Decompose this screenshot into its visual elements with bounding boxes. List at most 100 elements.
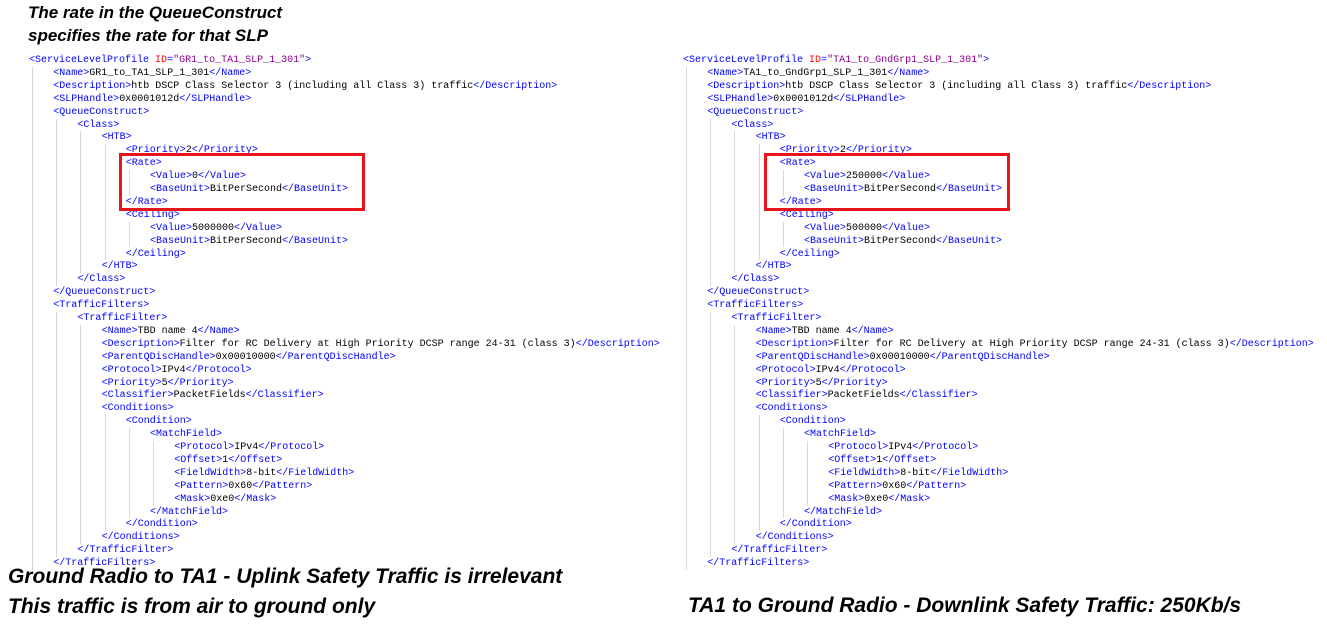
xml-tag: <Class> [77, 119, 120, 131]
xml-line: </QueueConstruct> [707, 286, 809, 299]
xml-tag: </Condition> [779, 519, 852, 531]
indent-guide [104, 415, 106, 532]
xml-line: <Mask>0xe0</Mask> [828, 493, 930, 506]
xml-line: <Classifier>PacketFields</Classifier> [756, 389, 978, 402]
xml-tag: </Conditions> [755, 532, 834, 544]
xml-tag: <Name> [53, 67, 90, 79]
xml-tag: </Class> [731, 274, 780, 286]
xml-tag: <Protocol> [755, 364, 816, 376]
xml-tag: <Name> [755, 325, 792, 337]
xml-tag: </Ceiling> [779, 248, 840, 260]
xml-line: <Value>500000</Value> [804, 222, 930, 235]
xml-tag: <Name> [707, 67, 744, 79]
xml-tag: <Classifier> [101, 390, 174, 402]
xml-tag: <HTB> [101, 132, 132, 144]
xml-tag: <Priority> [101, 377, 162, 389]
xml-line: </Class> [77, 273, 125, 286]
xml-line: </Ceiling> [126, 248, 186, 261]
xml-text: 0x00010000 [869, 351, 930, 363]
xml-text: 5000000 [192, 222, 235, 234]
xml-tag: </Description> [1229, 338, 1314, 350]
xml-tag: <QueueConstruct> [707, 106, 804, 118]
right-caption: TA1 to Ground Radio - Downlink Safety Tr… [688, 594, 1242, 617]
xml-tag: <Conditions> [101, 403, 174, 415]
xml-tag: <Conditions> [755, 403, 828, 415]
xml-line: <Protocol>IPv4</Protocol> [174, 441, 324, 454]
xml-text: 0x60 [228, 480, 253, 492]
xml-tag: </Value> [882, 222, 931, 234]
xml-tag: <Mask> [174, 493, 211, 505]
xml-tag: </MatchField> [804, 506, 883, 518]
indent-guide [686, 66, 687, 570]
xml-tag: </Priority> [821, 377, 888, 389]
xml-line: </QueueConstruct> [53, 286, 155, 299]
xml-line: <Condition> [126, 415, 192, 428]
xml-line: <Pattern>0x60</Pattern> [174, 480, 312, 493]
xml-tag: <FieldWidth> [828, 467, 901, 479]
xml-tag: </Pattern> [906, 480, 967, 492]
xml-tag: <TrafficFilters> [707, 300, 804, 312]
xml-text: 0x00010000 [215, 351, 276, 363]
xml-line: </TrafficFilters> [707, 557, 809, 570]
xml-tag: <HTB> [755, 132, 786, 144]
xml-tag: </Name> [197, 325, 240, 337]
xml-tag: <FieldWidth> [174, 467, 247, 479]
xml-tag: </Protocol> [912, 442, 979, 453]
xml-text: GR1_to_TA1_SLP_1_301 [89, 67, 210, 79]
xml-line: <TrafficFilters> [707, 299, 803, 312]
xml-line: <Class> [77, 119, 119, 132]
xml-tag: </MatchField> [150, 506, 229, 518]
xml-line: <TrafficFilter> [77, 312, 167, 325]
xml-tag: </Mask> [888, 493, 931, 505]
xml-line: </Condition> [126, 518, 198, 531]
xml-line: <Offset>1</Offset> [828, 454, 936, 467]
left-rate-highlight-box [119, 153, 365, 211]
xml-tag: </TrafficFilter> [731, 545, 828, 557]
xml-tag: <Pattern> [828, 480, 883, 492]
indent-guide [734, 324, 736, 545]
xml-tag: </Description> [473, 80, 558, 92]
xml-tag: <Protocol> [101, 364, 162, 376]
xml-text: 0x0001012d [773, 93, 834, 105]
xml-line: <Description>Filter for RC Delivery at H… [102, 338, 660, 351]
xml-tag: </Offset> [228, 454, 283, 466]
xml-text: 0x0001012d [119, 93, 180, 105]
indent-guide [56, 118, 58, 287]
xml-tag: </Mask> [234, 493, 277, 505]
xml-tag: <Classifier> [755, 390, 828, 402]
indent-guide [80, 131, 82, 274]
xml-text: IPv4 [234, 442, 259, 453]
xml-text: 0xe0 [864, 493, 889, 505]
xml-tag: <Description> [101, 338, 180, 350]
xml-text: 500000 [846, 222, 883, 234]
xml-line: </MatchField> [804, 506, 882, 519]
indent-guide [758, 415, 760, 532]
xml-text: BitPerSecond [210, 235, 283, 247]
xml-line: <Priority>5</Priority> [102, 377, 234, 390]
xml-text: PacketFields [173, 390, 246, 402]
xml-line: <QueueConstruct> [707, 106, 803, 119]
xml-tag: </HTB> [755, 261, 792, 273]
xml-line: <SLPHandle>0x0001012d</SLPHandle> [53, 93, 251, 106]
xml-line: </Conditions> [102, 531, 180, 544]
xml-tag: <Ceiling> [779, 209, 834, 221]
xml-text: Filter for RC Delivery at High Priority … [179, 338, 576, 350]
indent-guide [758, 144, 760, 261]
xml-text: IPv4 [888, 442, 913, 453]
xml-line: <HTB> [756, 131, 786, 144]
xml-attr-name: ID [155, 55, 168, 66]
xml-tag: </SLPHandle> [833, 93, 906, 105]
xml-tag: <TrafficFilter> [77, 313, 168, 324]
top-note-line2: specifies the rate for that SLP [28, 26, 268, 45]
xml-tag: <QueueConstruct> [53, 106, 150, 118]
xml-tag: <Value> [804, 222, 847, 234]
xml-line: <Conditions> [756, 402, 828, 415]
indent-guide [32, 66, 33, 570]
xml-line: </MatchField> [150, 506, 228, 519]
xml-line: <Description>Filter for RC Delivery at H… [756, 338, 1314, 351]
xml-tag: </Offset> [882, 454, 937, 466]
xml-line: <Mask>0xe0</Mask> [174, 493, 276, 506]
xml-line: <ServiceLevelProfile ID="GR1_to_TA1_SLP_… [29, 54, 311, 67]
xml-line: <TrafficFilters> [53, 299, 149, 312]
xml-tag: <Condition> [779, 416, 846, 428]
